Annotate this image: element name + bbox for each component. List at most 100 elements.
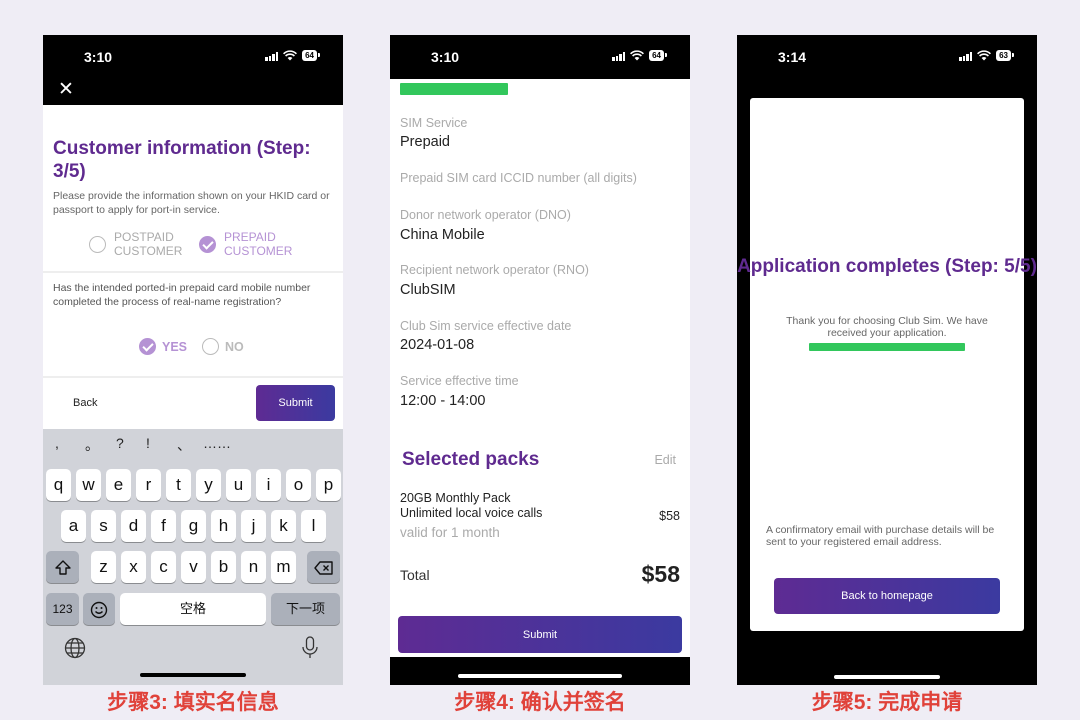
phone-screen-step3: 3:10 64 ✕ Customer information (Step: 3/…	[43, 35, 343, 685]
yes-option[interactable]: YES	[139, 338, 187, 355]
shift-key[interactable]	[46, 551, 79, 583]
key-x[interactable]: x	[121, 551, 146, 583]
next-key[interactable]: 下一项	[271, 593, 340, 625]
edit-link[interactable]: Edit	[654, 453, 676, 467]
pack-name: 20GB Monthly Pack	[400, 491, 511, 505]
pack-validity: valid for 1 month	[400, 525, 500, 540]
space-key[interactable]: 空格	[120, 593, 266, 625]
caption-step3: 步骤3: 填实名信息	[107, 691, 279, 714]
back-button[interactable]: Back	[73, 397, 97, 409]
completion-title: Application completes (Step: 5/5)	[737, 256, 1037, 277]
key-v[interactable]: v	[181, 551, 206, 583]
key-k[interactable]: k	[271, 510, 296, 542]
key-m[interactable]: m	[271, 551, 296, 583]
home-indicator	[458, 674, 622, 678]
pack-detail: Unlimited local voice calls	[400, 506, 543, 520]
confirmation-note: A confirmatory email with purchase detai…	[766, 524, 995, 548]
backspace-icon	[313, 560, 333, 575]
prepaid-label: PREPAID CUSTOMER	[224, 230, 293, 258]
back-to-homepage-button[interactable]: Back to homepage	[774, 578, 1000, 614]
thank-you-message: Thank you for choosing Club Sim. We have…	[786, 315, 988, 339]
wifi-icon	[630, 50, 645, 61]
yes-label: YES	[162, 339, 188, 354]
key-z[interactable]: z	[91, 551, 116, 583]
field-label: Recipient network operator (RNO)	[400, 263, 589, 277]
pack-price: $58	[659, 509, 680, 523]
key-r[interactable]: r	[136, 469, 161, 501]
symbol-key[interactable]: ?	[116, 435, 124, 451]
shift-icon	[54, 560, 71, 575]
key-e[interactable]: e	[106, 469, 131, 501]
divider	[43, 376, 343, 378]
home-indicator	[140, 673, 246, 677]
field-label: Prepaid SIM card ICCID number (all digit…	[400, 171, 637, 185]
page-description: Please provide the information shown on …	[53, 190, 330, 216]
postpaid-radio[interactable]	[89, 235, 106, 253]
postpaid-customer-option[interactable]: POSTPAID CUSTOMER	[89, 230, 182, 258]
field-value: 12:00 - 14:00	[400, 393, 486, 409]
symbol-key[interactable]: ……	[203, 435, 231, 451]
key-d[interactable]: d	[121, 510, 146, 542]
key-l[interactable]: l	[301, 510, 326, 542]
selected-packs-title: Selected packs	[402, 449, 540, 470]
total-value: $58	[641, 561, 680, 587]
field-label: Donor network operator (DNO)	[400, 208, 571, 222]
symbol-key[interactable]: !	[146, 435, 150, 451]
key-t[interactable]: t	[166, 469, 191, 501]
key-f[interactable]: f	[151, 510, 176, 542]
field-value: Prepaid	[400, 134, 450, 150]
key-i[interactable]: i	[256, 469, 281, 501]
key-n[interactable]: n	[241, 551, 266, 583]
yes-radio[interactable]	[139, 338, 156, 355]
field-value: China Mobile	[400, 227, 485, 243]
field-value: ClubSIM	[400, 282, 456, 298]
key-o[interactable]: o	[286, 469, 311, 501]
key-q[interactable]: q	[46, 469, 71, 501]
wifi-icon	[977, 50, 992, 61]
top-bar	[43, 79, 343, 105]
caption-step4: 步骤4: 确认并签名	[454, 691, 626, 714]
field-label: Club Sim service effective date	[400, 319, 572, 333]
key-h[interactable]: h	[211, 510, 236, 542]
key-p[interactable]: p	[316, 469, 341, 501]
key-y[interactable]: y	[196, 469, 221, 501]
prepaid-customer-option[interactable]: PREPAID CUSTOMER	[199, 230, 292, 258]
numbers-key[interactable]: 123	[46, 593, 79, 625]
close-icon[interactable]: ✕	[58, 80, 74, 100]
keyboard: , 。 ? ! 、 …… q w e r t y u i o p a s d f…	[43, 429, 343, 685]
status-bar: 3:10 64	[390, 35, 690, 79]
key-u[interactable]: u	[226, 469, 251, 501]
key-j[interactable]: j	[241, 510, 266, 542]
symbol-key[interactable]: 。	[85, 435, 99, 455]
signal-icon	[959, 51, 973, 61]
total-label: Total	[400, 567, 430, 583]
symbol-key[interactable]: 、	[177, 435, 191, 455]
home-indicator	[834, 675, 940, 679]
status-bar: 3:14 63	[737, 35, 1037, 79]
globe-icon[interactable]	[64, 637, 86, 659]
emoji-key[interactable]	[83, 593, 115, 625]
no-option[interactable]: NO	[202, 338, 244, 355]
divider	[43, 271, 343, 273]
phone-screen-step5: 3:14 63 Application completes (Step: 5/5…	[737, 35, 1037, 685]
key-c[interactable]: c	[151, 551, 176, 583]
signal-icon	[612, 51, 626, 61]
key-g[interactable]: g	[181, 510, 206, 542]
prepaid-radio[interactable]	[199, 235, 216, 253]
signal-icon	[265, 51, 279, 61]
emoji-icon	[90, 601, 108, 618]
battery-icon: 64	[649, 50, 667, 61]
page-title: Customer information (Step: 3/5)	[53, 138, 311, 182]
delete-key[interactable]	[307, 551, 340, 583]
key-a[interactable]: a	[61, 510, 86, 542]
key-b[interactable]: b	[211, 551, 236, 583]
microphone-icon[interactable]	[301, 636, 319, 660]
postpaid-label: POSTPAID CUSTOMER	[114, 230, 183, 258]
symbol-key[interactable]: ,	[55, 435, 59, 451]
key-w[interactable]: w	[76, 469, 101, 501]
no-radio[interactable]	[202, 338, 219, 355]
submit-button[interactable]: Submit	[398, 616, 682, 653]
wifi-icon	[283, 50, 298, 61]
key-s[interactable]: s	[91, 510, 116, 542]
submit-button[interactable]: Submit	[256, 385, 335, 421]
